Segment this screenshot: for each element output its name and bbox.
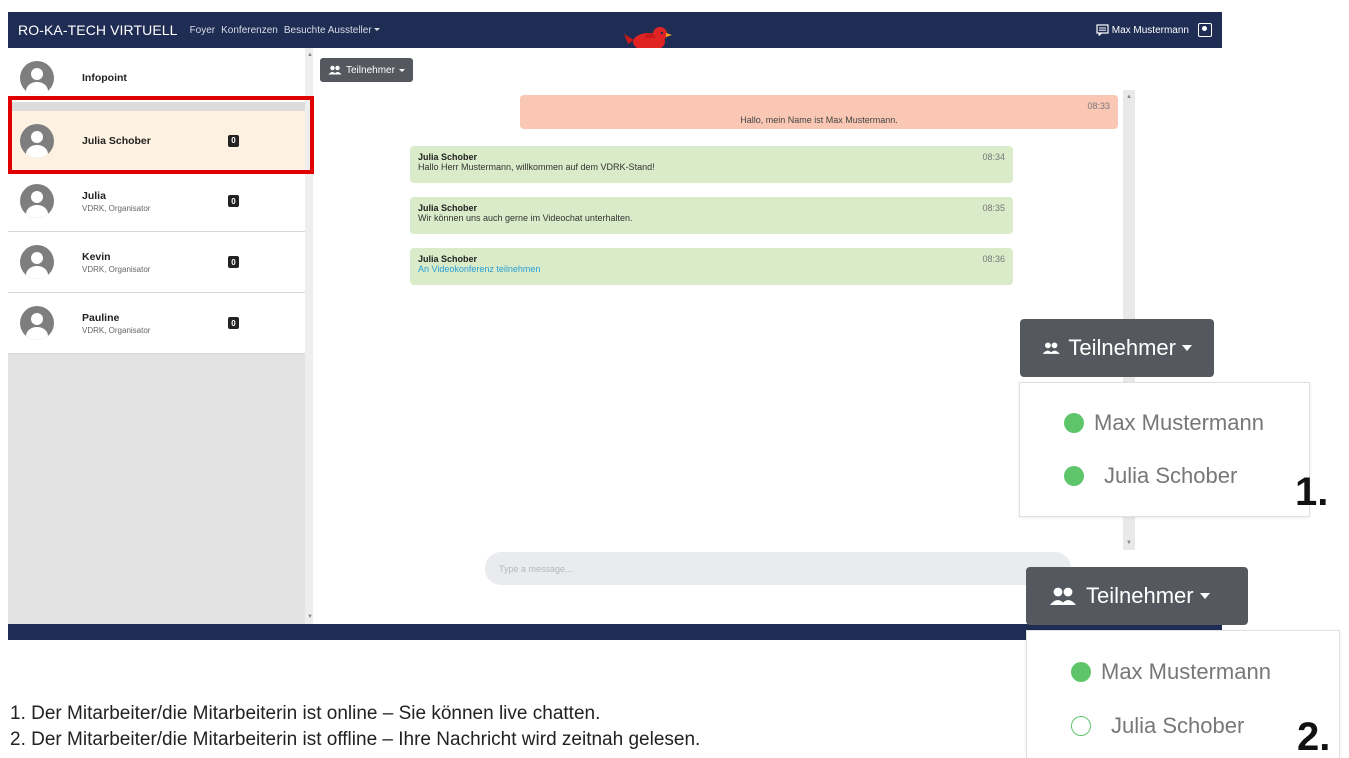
message-author: Julia Schober bbox=[418, 152, 478, 162]
participant-name: Max Mustermann bbox=[1094, 410, 1264, 435]
user-menu[interactable]: Max Mustermann bbox=[1096, 12, 1212, 48]
contact-name: Kevin bbox=[82, 250, 111, 263]
brand-title[interactable]: RO-KA-TECH VIRTUELL bbox=[8, 22, 178, 38]
participant-item: Julia Schober bbox=[1071, 713, 1244, 739]
participants-dropdown-button-zoomed[interactable]: Teilnehmer bbox=[1020, 319, 1214, 377]
chevron-down-icon bbox=[398, 68, 405, 72]
user-avatar-icon[interactable] bbox=[1198, 23, 1212, 37]
contact-julia-schober[interactable]: Julia Schober 0 bbox=[8, 111, 305, 171]
contact-name: Infopoint bbox=[82, 72, 127, 84]
contact-role: VDRK, Organisator bbox=[82, 325, 151, 335]
unread-badge: 0 bbox=[228, 256, 239, 268]
chat-icon bbox=[1096, 24, 1109, 36]
top-navbar: RO-KA-TECH VIRTUELL Foyer Konferenzen Be… bbox=[8, 12, 1222, 48]
contact-role: VDRK, Organisator bbox=[82, 203, 151, 213]
unread-badge: 0 bbox=[228, 134, 239, 147]
message-author: Julia Schober bbox=[418, 254, 478, 264]
chevron-down-icon bbox=[1182, 345, 1192, 351]
user-name: Max Mustermann bbox=[1111, 24, 1189, 36]
participant-name: Julia Schober bbox=[1104, 463, 1238, 488]
participants-list-online: Max Mustermann Julia Schober bbox=[1019, 382, 1310, 517]
participants-label: Teilnehmer bbox=[1068, 335, 1176, 360]
contact-info: Infopoint bbox=[82, 72, 228, 84]
contact-name: Julia Schober bbox=[82, 134, 151, 147]
users-icon bbox=[328, 65, 342, 75]
chat-message: 08:36 Julia Schober An Videokonferenz te… bbox=[410, 248, 1013, 285]
sidebar-scrollbar[interactable]: ▲ ▼ bbox=[305, 48, 313, 624]
participants-dropdown-button-zoomed[interactable]: Teilnehmer bbox=[1026, 567, 1248, 625]
participants-label: Teilnehmer bbox=[1086, 583, 1194, 608]
scroll-up-icon[interactable]: ▲ bbox=[307, 52, 313, 58]
contact-kevin[interactable]: Kevin VDRK, Organisator 0 bbox=[8, 232, 305, 293]
contact-julia[interactable]: Julia VDRK, Organisator 0 bbox=[8, 171, 305, 232]
avatar bbox=[20, 306, 54, 340]
screenshot: RO-KA-TECH VIRTUELL Foyer Konferenzen Be… bbox=[0, 0, 1349, 758]
nav-link-konferenzen[interactable]: Konferenzen bbox=[221, 25, 278, 36]
scroll-up-icon[interactable]: ▲ bbox=[1126, 94, 1132, 100]
contact-name: Julia bbox=[82, 189, 106, 202]
chat-message: 08:34 Julia Schober Hallo Herr Musterman… bbox=[410, 146, 1013, 183]
avatar bbox=[20, 245, 54, 279]
participants-label: Teilnehmer bbox=[346, 64, 395, 76]
caption-online: 1. Der Mitarbeiter/die Mitarbeiterin ist… bbox=[10, 703, 601, 724]
avatar bbox=[20, 61, 54, 95]
users-icon bbox=[1050, 587, 1076, 605]
contact-role: VDRK, Organisator bbox=[82, 264, 151, 274]
participant-item: Julia Schober bbox=[1064, 463, 1237, 489]
chat-message: 08:35 Julia Schober Wir können uns auch … bbox=[410, 197, 1013, 234]
chevron-down-icon bbox=[1199, 593, 1210, 599]
message-text: Hallo, mein Name ist Max Mustermann. bbox=[740, 115, 898, 125]
contact-infopoint[interactable]: Infopoint bbox=[8, 48, 305, 109]
message-time: 08:34 bbox=[982, 152, 1005, 162]
unread-badge: 0 bbox=[228, 317, 239, 329]
offline-status-icon bbox=[1071, 716, 1091, 736]
online-status-icon bbox=[1071, 662, 1091, 682]
nav-link-besuchte-aussteller[interactable]: Besuchte Aussteller bbox=[284, 25, 380, 36]
chat-message-own: 08:33 Hallo, mein Name ist Max Musterman… bbox=[520, 95, 1118, 129]
message-time: 08:35 bbox=[982, 203, 1005, 213]
message-time: 08:36 bbox=[982, 254, 1005, 264]
participant-item: Max Mustermann bbox=[1071, 659, 1271, 685]
contact-info: Pauline VDRK, Organisator bbox=[82, 312, 228, 335]
scroll-down-icon[interactable]: ▼ bbox=[307, 614, 313, 620]
avatar bbox=[20, 123, 54, 158]
participants-dropdown-button[interactable]: Teilnehmer bbox=[320, 58, 413, 82]
online-status-icon bbox=[1064, 413, 1084, 433]
message-input[interactable] bbox=[485, 552, 1071, 585]
message-text: Wir können uns auch gerne im Videochat u… bbox=[418, 213, 633, 223]
contact-info: Julia VDRK, Organisator bbox=[82, 190, 228, 213]
unread-badge: 0 bbox=[228, 195, 239, 207]
divider bbox=[8, 102, 305, 111]
message-time: 08:33 bbox=[1087, 101, 1110, 111]
message-text: Hallo Herr Mustermann, willkommen auf de… bbox=[418, 162, 655, 172]
chevron-down-icon bbox=[373, 28, 380, 32]
participants-list-offline: Max Mustermann Julia Schober bbox=[1026, 630, 1340, 758]
participant-name: Julia Schober bbox=[1111, 713, 1245, 738]
participant-name: Max Mustermann bbox=[1101, 659, 1271, 684]
caption-offline: 2. Der Mitarbeiter/die Mitarbeiterin ist… bbox=[10, 729, 701, 750]
contact-info: Kevin VDRK, Organisator bbox=[82, 251, 228, 274]
video-conference-link[interactable]: An Videokonferenz teilnehmen bbox=[418, 264, 1005, 274]
nav-link-foyer[interactable]: Foyer bbox=[190, 25, 216, 36]
contact-pauline[interactable]: Pauline VDRK, Organisator 0 bbox=[8, 293, 305, 354]
contact-info: Julia Schober bbox=[82, 135, 228, 147]
callout-number: 1. bbox=[1295, 470, 1329, 514]
scroll-down-icon[interactable]: ▼ bbox=[1126, 540, 1132, 546]
contact-name: Pauline bbox=[82, 311, 120, 324]
callout-number: 2. bbox=[1297, 715, 1331, 758]
participant-item: Max Mustermann bbox=[1064, 410, 1264, 436]
message-author: Julia Schober bbox=[418, 203, 478, 213]
nav-link-besuchte-aussteller-label: Besuchte Aussteller bbox=[283, 24, 372, 36]
users-icon bbox=[1042, 342, 1060, 354]
contact-sidebar: Infopoint Julia Schober 0 Julia VDRK, Or… bbox=[8, 48, 313, 624]
avatar bbox=[20, 184, 54, 218]
online-status-icon bbox=[1064, 466, 1084, 486]
